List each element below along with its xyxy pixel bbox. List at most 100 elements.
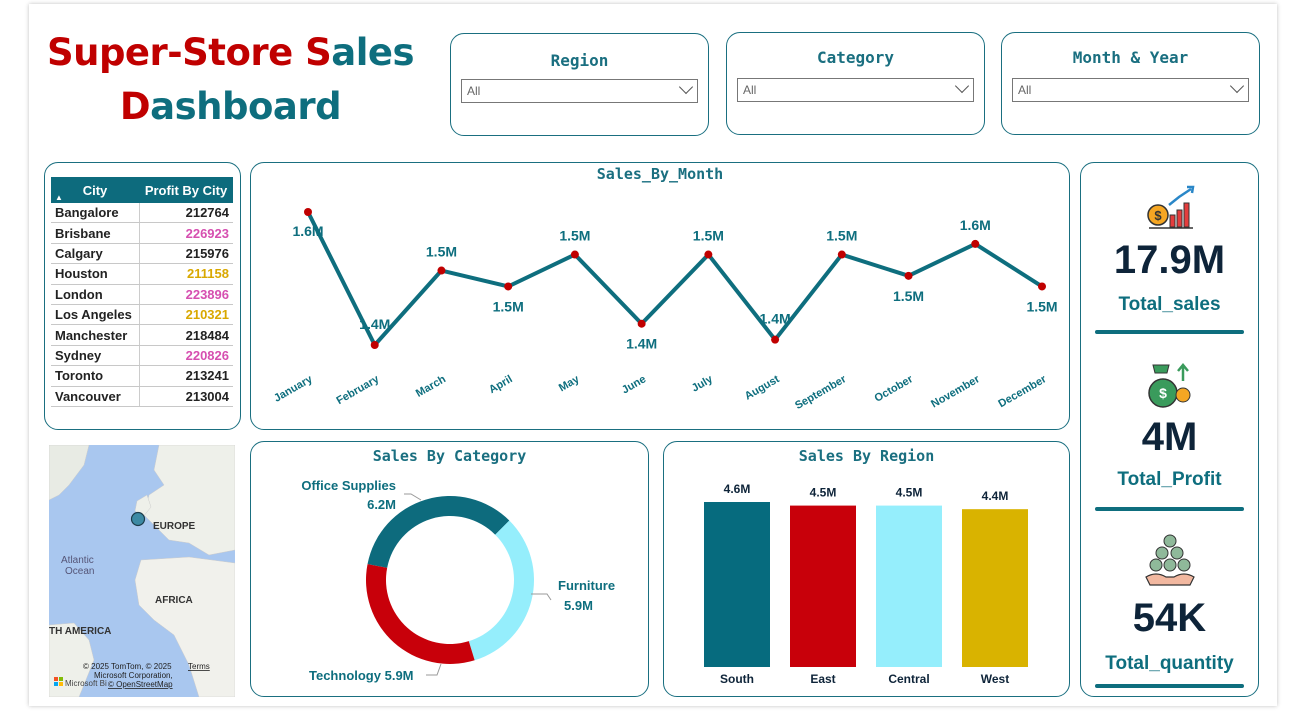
map-terms-link[interactable]: Terms [188,662,210,671]
x-tick-label: October [873,373,916,405]
map-label-europe: EUROPE [153,521,196,532]
map-attribution-bing: Microsoft Bi [65,679,107,688]
city-cell: Toronto [51,365,139,387]
total-profit-value: 4M [1141,415,1198,459]
table-row[interactable]: Sydney 220826 [51,345,233,367]
total-quantity-label: Total_quantity [1105,653,1234,674]
region-slicer-label: Region [550,51,609,70]
map-label-africa: AFRICA [155,595,193,606]
data-point[interactable] [704,250,713,259]
category-value-label: 5.9M [564,598,593,613]
sales-line-series [306,211,1044,347]
kpi-panel: $ 17.9M Total_sales $ 4M Total_Profit 54… [1080,162,1259,697]
table-row[interactable]: Manchester 218484 [51,324,233,346]
category-dropdown-value: All [743,83,757,97]
svg-text:$: $ [1159,385,1167,401]
category-slicer-label: Category [816,48,895,67]
data-point[interactable] [1038,282,1046,291]
column-header-profit[interactable]: Profit By City [139,177,233,203]
sales-chart-icon: $ [1146,185,1194,229]
table-row[interactable]: Toronto 213241 [51,365,233,387]
data-point[interactable] [771,335,780,344]
table-row[interactable]: Calgary 215976 [51,243,233,265]
city-cell: Sydney [51,345,139,367]
data-point[interactable] [837,250,846,259]
data-label: 1.6M [960,217,991,233]
total-sales-value: 17.9M [1113,238,1226,282]
table-row[interactable]: Vancouver 213004 [51,386,233,407]
chevron-down-icon [954,78,970,94]
city-cell: Vancouver [51,386,139,407]
bar-value-label: 4.5M [896,486,923,500]
profit-cell: 226923 [138,222,233,244]
data-point[interactable] [504,282,513,291]
city-cell: Los Angeles [51,304,139,326]
region-dropdown[interactable]: All [461,79,698,103]
data-point[interactable] [971,239,980,248]
table-row[interactable]: Bangalore 212764 [51,203,233,224]
leader-line [404,493,422,501]
data-label: 1.5M [426,244,457,260]
map-label-ocean: Ocean [65,566,94,577]
map-bubble[interactable] [130,511,146,527]
category-dropdown[interactable]: All [737,78,974,102]
map-graphic: EUROPE Atlantic Ocean AFRICA TH AMERICA … [49,445,235,697]
x-tick-label: May [557,373,582,395]
data-point[interactable] [904,271,913,280]
category-slicer: Category All [726,32,985,135]
data-label: 1.5M [493,298,524,314]
svg-text:$: $ [1154,208,1162,223]
sort-ascending-icon: ▲ [55,193,63,202]
city-map[interactable]: EUROPE Atlantic Ocean AFRICA TH AMERICA … [49,445,235,697]
bar-value-label: 4.5M [810,486,837,500]
x-tick-label: July [690,373,716,395]
sales-by-category-chart: Office Supplies 6.2M Furniture 5.9M Technolo… [301,478,615,683]
city-cell: Brisbane [51,222,139,244]
category-value-label: 6.2M [367,497,396,512]
profit-cell: 211158 [138,263,233,285]
chevron-down-icon [678,79,694,95]
month-year-dropdown[interactable]: All [1012,78,1249,102]
map-attribution-osm[interactable]: © OpenStreetMap [108,680,173,689]
bar[interactable] [876,505,942,667]
month-year-slicer: Month & Year All [1001,32,1260,135]
data-point[interactable] [437,266,446,275]
x-tick-label: March [414,373,448,400]
table-row[interactable]: Houston 211158 [51,263,233,285]
total-profit-label: Total_Profit [1117,469,1222,490]
bar[interactable] [962,509,1028,667]
data-point[interactable] [637,319,646,328]
data-point[interactable] [304,208,312,216]
profit-cell: 210321 [138,304,233,326]
map-label-america: TH AMERICA [49,626,111,637]
leader-line [531,593,552,601]
donut-slice[interactable] [468,520,534,661]
bar-value-label: 4.6M [724,482,751,496]
donut-slice[interactable] [366,564,475,664]
x-tick-label: December [996,373,1049,410]
data-label: 1.6M [292,223,323,239]
table-row[interactable]: London 223896 [51,284,233,305]
data-point[interactable] [370,341,379,349]
data-point[interactable] [570,250,579,259]
profit-cell: 212764 [138,203,233,224]
x-tick-label: January [272,373,315,405]
map-attribution-1: © 2025 TomTom, © 2025 [83,662,172,671]
bar-value-label: 4.4M [982,489,1009,503]
bar[interactable] [704,502,770,667]
total-quantity-value: 54K [1132,596,1207,640]
bar[interactable] [790,505,856,667]
city-cell: Houston [51,263,139,285]
month-year-dropdown-value: All [1018,83,1032,97]
table-row[interactable]: Los Angeles 210321 [51,304,233,326]
total-sales-label: Total_sales [1118,294,1221,315]
chevron-down-icon [1229,78,1245,94]
city-cell: Manchester [51,324,139,346]
column-header-city[interactable]: City ▲ [51,177,139,203]
table-row[interactable]: Brisbane 226923 [51,222,233,244]
money-bag-icon: $ [1147,363,1190,408]
x-tick-label: East [810,672,835,686]
sales-by-region-chart: 4.6M South 4.5M East 4.5M Central 4.4M West [704,482,1028,686]
data-label: 1.5M [559,228,590,244]
leader-line [426,663,442,676]
